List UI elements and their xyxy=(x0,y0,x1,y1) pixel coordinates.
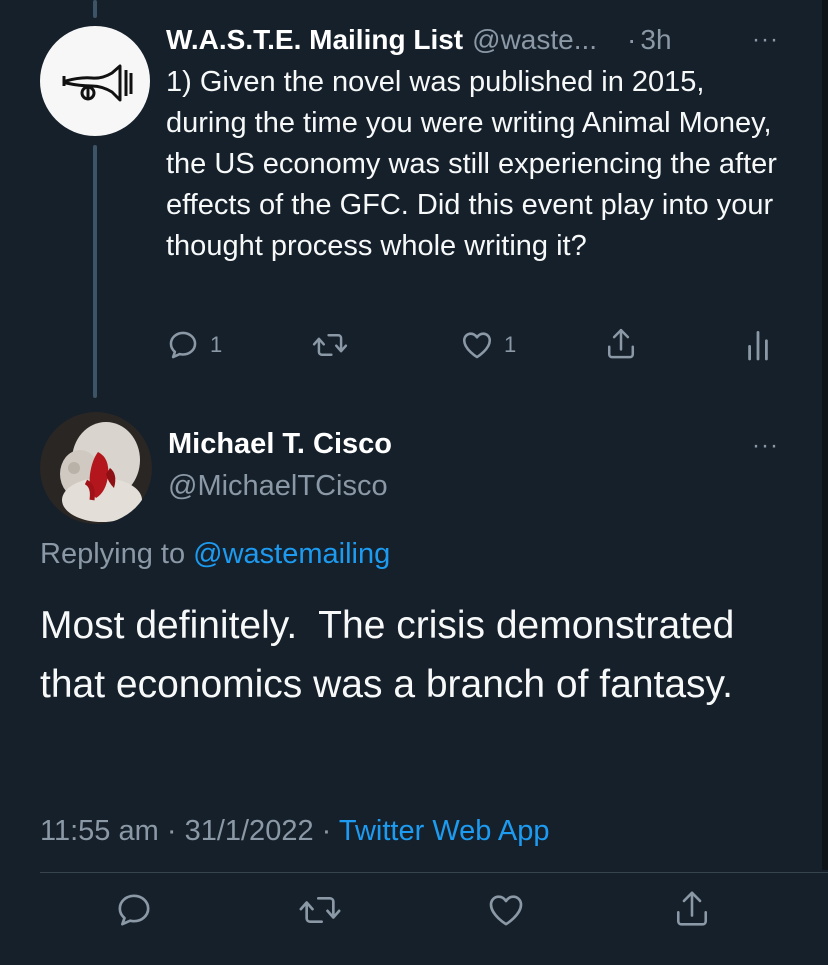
parent-tweet-time[interactable]: 3h xyxy=(640,24,671,56)
reply-author-name[interactable]: Michael T. Cisco xyxy=(168,428,392,461)
reply-share-button[interactable] xyxy=(672,888,712,930)
avatar-waste[interactable] xyxy=(40,26,150,136)
parent-more-icon[interactable]: ··· xyxy=(752,28,779,52)
parent-author-handle[interactable]: @waste... xyxy=(472,24,597,56)
heart-icon xyxy=(489,895,523,926)
analytics-icon xyxy=(748,331,768,361)
post-horn-logo-icon xyxy=(62,64,133,102)
parent-retweet-button[interactable] xyxy=(312,328,348,362)
retweet-icon xyxy=(299,897,341,923)
parent-author-name[interactable]: W.A.S.T.E. Mailing List xyxy=(166,24,463,56)
parent-like-count: 1 xyxy=(504,332,517,357)
reply-tweet-meta: 11:55 am · 31/1/2022 · Twitter Web App xyxy=(40,815,549,848)
reply-tweet-text: Most definitely. The crisis demonstrated… xyxy=(40,604,746,706)
reply-like-button[interactable] xyxy=(486,890,526,930)
tweet-detail-page: W.A.S.T.E. Mailing List @waste... · 3h ·… xyxy=(0,0,828,965)
meta-separator-2: · xyxy=(321,815,332,847)
parent-tweet-header: W.A.S.T.E. Mailing List @waste... · 3h xyxy=(166,20,796,60)
share-icon xyxy=(607,328,635,359)
replying-to-prefix: Replying to xyxy=(40,538,186,570)
reply-retweet-button[interactable] xyxy=(298,890,342,930)
share-icon xyxy=(676,891,708,926)
time-separator: · xyxy=(627,24,637,55)
replying-to-link[interactable]: @wastemailing xyxy=(193,538,390,570)
heart-icon xyxy=(462,332,492,359)
thread-line-top xyxy=(93,0,97,18)
replying-to-line: Replying to @wastemailing xyxy=(40,538,390,571)
parent-tweet-text: 1) Given the novel was published in 2015… xyxy=(166,66,777,262)
avatar-portrait-image xyxy=(40,412,152,524)
reply-tweet-source[interactable]: Twitter Web App xyxy=(339,815,550,847)
parent-analytics-button[interactable] xyxy=(744,328,772,362)
parent-reply-count: 1 xyxy=(210,332,223,357)
parent-share-button[interactable] xyxy=(604,326,638,362)
meta-separator-1: · xyxy=(166,815,177,847)
scrollbar-track[interactable] xyxy=(822,0,828,870)
reply-icon xyxy=(118,894,150,926)
retweet-icon xyxy=(312,334,348,356)
reply-tweet-time[interactable]: 11:55 am xyxy=(40,815,159,847)
reply-more-icon[interactable]: ··· xyxy=(752,434,779,458)
avatar-cisco[interactable] xyxy=(40,412,152,524)
thread-line xyxy=(93,145,97,398)
reply-tweet-date[interactable]: 31/1/2022 xyxy=(185,815,314,847)
reply-reply-button[interactable] xyxy=(114,890,154,930)
parent-reply-button[interactable]: 1 xyxy=(166,328,222,362)
parent-like-button[interactable]: 1 xyxy=(460,328,516,362)
reply-author-handle[interactable]: @MichaelTCisco xyxy=(168,470,388,503)
reply-icon xyxy=(169,331,197,359)
action-bar-divider xyxy=(40,872,828,873)
